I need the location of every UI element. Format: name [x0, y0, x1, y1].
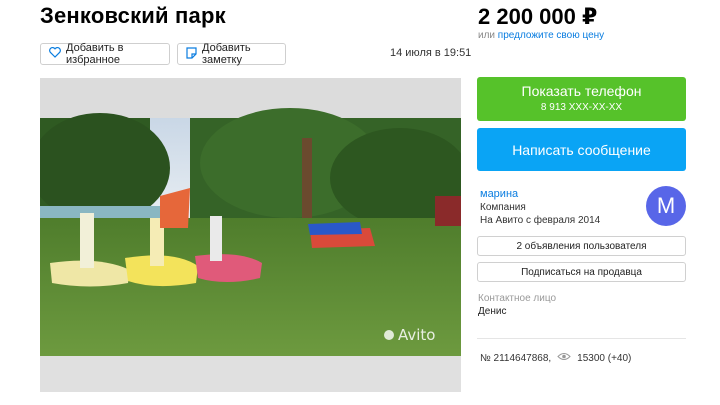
- masked-phone: 8 913 XXX-XX-XX: [540, 102, 623, 113]
- price: 2 200 000 ₽: [478, 4, 598, 29]
- listing-title: Зенковский парк: [40, 3, 226, 28]
- offer-price-link[interactable]: предложите свою цену: [498, 30, 604, 41]
- note-icon: [186, 46, 197, 62]
- show-phone-button[interactable]: Показать телефон 8 913 XXX-XX-XX: [477, 77, 686, 121]
- add-note-label: Добавить заметку: [202, 42, 251, 66]
- user-ads-button[interactable]: 2 объявления пользователя: [477, 236, 686, 256]
- listing-photo[interactable]: Avito: [40, 78, 461, 392]
- eye-icon: [557, 352, 571, 364]
- listing-date: 14 июля в 19:51: [390, 47, 472, 59]
- seller-name-link[interactable]: марина: [480, 188, 518, 200]
- offer-or-text: или: [478, 30, 496, 41]
- view-count: 15300 (+40): [577, 352, 632, 364]
- seller-type: Компания: [480, 202, 526, 213]
- add-to-favorites-label: Добавить в избранное: [66, 42, 124, 66]
- write-message-button[interactable]: Написать сообщение: [477, 128, 686, 171]
- avito-watermark: Avito: [398, 326, 436, 344]
- ad-number: № 2114647868,: [480, 352, 552, 364]
- contact-person-name: Денис: [478, 306, 507, 317]
- contact-person-label: Контактное лицо: [478, 293, 557, 304]
- add-to-favorites-button[interactable]: Добавить в избранное: [40, 42, 170, 66]
- heart-icon: [49, 46, 61, 61]
- subscribe-seller-button[interactable]: Подписаться на продавца: [477, 262, 686, 282]
- show-phone-label: Показать телефон: [521, 83, 642, 99]
- offer-price-line: или предложите свою цену: [478, 30, 604, 41]
- seller-since: На Авито с февраля 2014: [480, 215, 601, 226]
- add-note-button[interactable]: Добавить заметку: [177, 42, 286, 66]
- avatar[interactable]: M: [646, 186, 686, 226]
- listing-meta: № 2114647868, 15300 (+40): [480, 352, 631, 364]
- divider: [477, 338, 686, 339]
